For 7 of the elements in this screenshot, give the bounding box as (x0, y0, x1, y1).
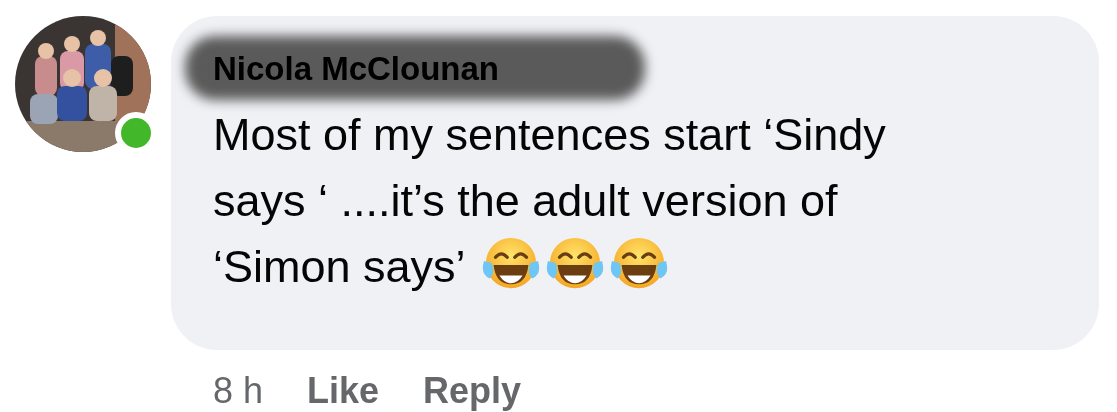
author-name[interactable]: Nicola McClounan (213, 50, 500, 87)
comment-text-line: Most of my sentences start ‘Sindy (213, 109, 886, 160)
comment-time: 8 h (213, 370, 264, 412)
comment-action-link[interactable]: Like (307, 370, 380, 412)
comment-text-line: ‘Simon says’ (213, 241, 466, 292)
comment-text-line: says ‘ ....it’s the adult version of (213, 175, 838, 226)
comment-action-link[interactable]: Reply (423, 370, 522, 412)
